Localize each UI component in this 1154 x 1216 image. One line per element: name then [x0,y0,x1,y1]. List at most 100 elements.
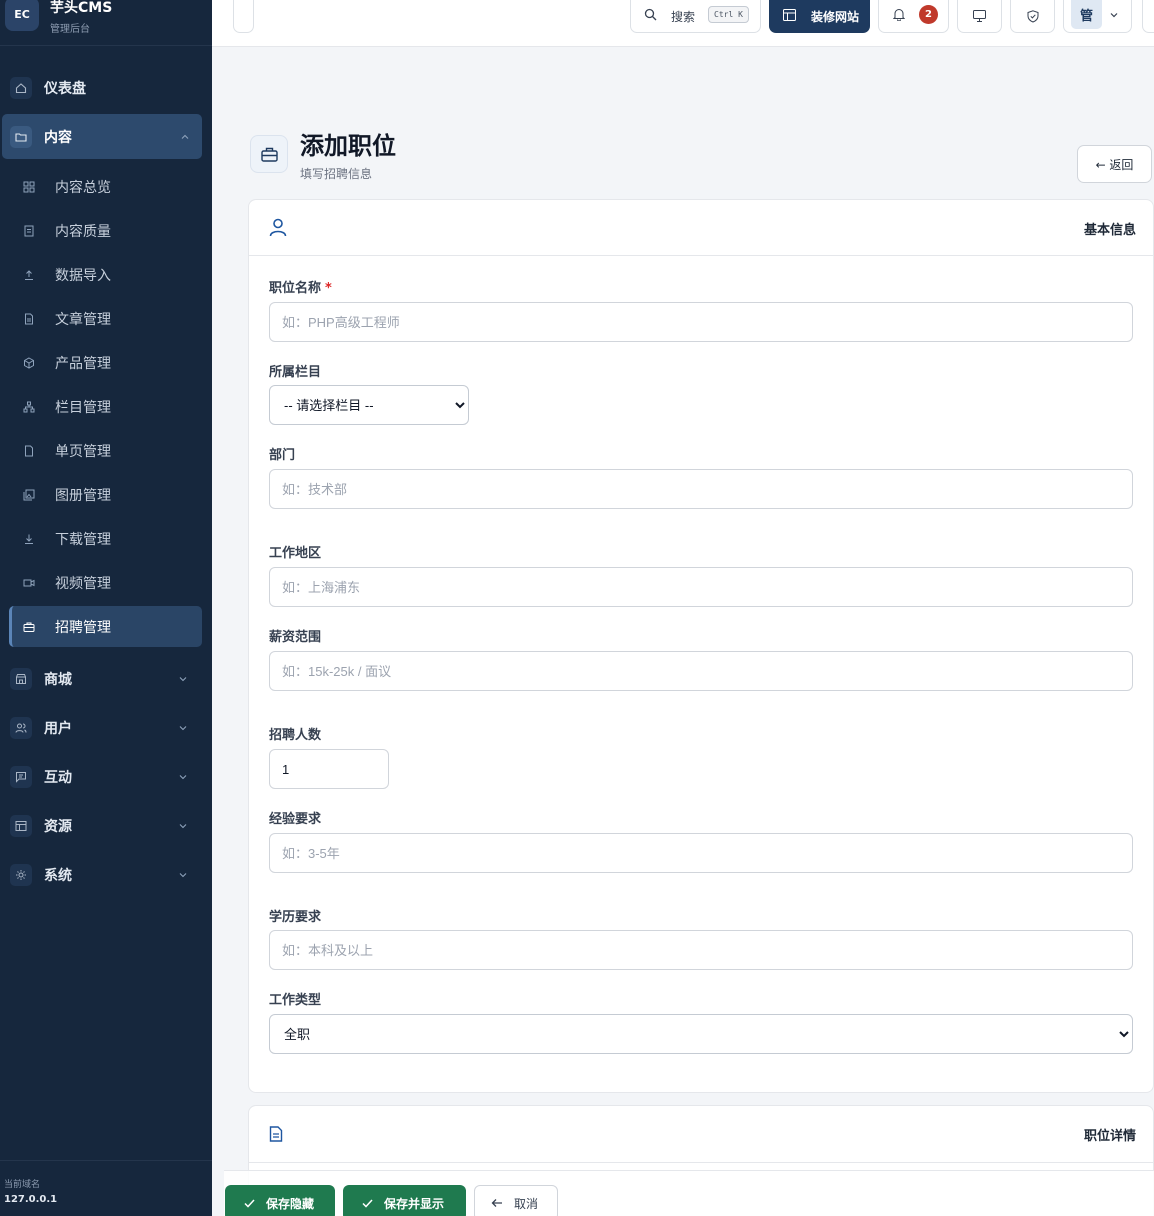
salary-label: 薪资范围 [269,630,322,645]
file-text-icon [22,312,36,326]
brand[interactable]: EC 芋头CMS 管理后台 [0,0,212,46]
images-icon [22,488,36,502]
education-label: 学历要求 [269,910,322,925]
job-type-label: 工作类型 [269,993,322,1008]
chevron-down-icon [178,821,188,831]
cancel-button[interactable]: 取消 [474,1185,558,1216]
nav-data-import[interactable]: 数据导入 [0,255,212,295]
nav-content-overview[interactable]: 内容总览 [0,167,212,207]
location-input[interactable] [269,567,1133,607]
job-title-label: 职位名称 * [269,281,332,296]
sidebar: EC 芋头CMS 管理后台 仪表盘 内容 内容总览 内容质量 数据导入 文章管理… [0,0,212,1216]
category-select[interactable]: -- 请选择栏目 -- [269,385,469,425]
nav-content-quality[interactable]: 内容质量 [0,211,212,251]
more-button[interactable] [1142,0,1154,33]
nav-users[interactable]: 用户 [0,708,212,748]
page-title: 添加职位 [300,132,396,160]
nav-galleries[interactable]: 图册管理 [0,475,212,515]
page-icon [250,135,288,173]
message-icon [10,766,32,788]
chevron-down-icon [178,870,188,880]
nav-downloads[interactable]: 下载管理 [0,519,212,559]
arrow-left-icon [491,1198,503,1208]
nav-recruitment[interactable]: 招聘管理 [9,606,202,647]
category-label: 所属栏目 [269,365,322,380]
nav-users-label: 用户 [44,721,72,737]
headcount-input[interactable] [269,749,389,789]
brand-subtitle: 管理后台 [50,24,90,35]
nav-articles-label: 文章管理 [55,312,111,328]
chevron-down-icon [1109,10,1119,20]
checklist-icon [22,224,36,238]
users-icon [10,717,32,739]
chevron-down-icon [178,723,188,733]
search-icon [644,8,657,21]
experience-input[interactable] [269,833,1133,873]
gear-icon [10,864,32,886]
nav-shop[interactable]: 商城 [0,659,212,699]
salary-input[interactable] [269,651,1133,691]
search-button[interactable]: 搜索 Ctrl K [630,0,761,33]
nav-articles[interactable]: 文章管理 [0,299,212,339]
nav-categories-label: 栏目管理 [55,400,111,416]
chevron-down-icon [178,674,188,684]
job-type-select[interactable]: 全职 [269,1014,1133,1054]
required-mark: * [325,281,332,296]
job-detail-header: 职位详情 [249,1106,1153,1163]
home-icon [10,77,32,99]
education-input[interactable] [269,930,1133,970]
nav-downloads-label: 下载管理 [55,532,111,548]
nav-recruitment-label: 招聘管理 [55,619,111,636]
user-menu-button[interactable]: 管 [1063,0,1132,33]
basic-info-title: 基本信息 [1083,223,1136,238]
headcount-label: 招聘人数 [269,728,322,743]
save-show-button[interactable]: 保存并显示 [343,1185,466,1216]
nav-products-label: 产品管理 [55,356,111,372]
check-icon [244,1198,255,1208]
action-bar: 保存隐藏 保存并显示 取消 [224,1170,1154,1216]
search-label: 搜索 [671,10,696,24]
job-title-input[interactable] [269,302,1133,342]
nav-shop-label: 商城 [44,672,72,688]
experience-label: 经验要求 [269,812,322,827]
file-icon [22,444,36,458]
brand-logo: EC [5,0,39,31]
nav-interaction-label: 互动 [44,770,72,786]
layout-icon [783,9,796,21]
notifications-button[interactable]: 2 [878,0,949,33]
nav-pages[interactable]: 单页管理 [0,431,212,471]
brand-name: 芋头CMS [50,0,113,16]
bell-icon [893,8,905,21]
nav-categories[interactable]: 栏目管理 [0,387,212,427]
avatar: 管 [1071,0,1102,29]
preview-site-button[interactable] [957,0,1002,33]
nav-galleries-label: 图册管理 [55,488,111,504]
box-icon [22,356,36,370]
shield-check-icon [1027,9,1039,23]
briefcase-icon [22,620,36,634]
nav-system[interactable]: 系统 [0,855,212,895]
nav-system-label: 系统 [44,868,72,884]
nav-products[interactable]: 产品管理 [0,343,212,383]
cancel-label: 取消 [514,1196,539,1211]
job-detail-title: 职位详情 [1083,1129,1136,1144]
nav-videos[interactable]: 视频管理 [0,563,212,603]
department-input[interactable] [269,469,1133,509]
topbar: 搜索 Ctrl K 装修网站 2 管 [212,0,1154,47]
department-label: 部门 [269,448,296,463]
nav-pages-label: 单页管理 [55,444,111,460]
page-subtitle: 填写招聘信息 [300,167,373,181]
nav-resources[interactable]: 资源 [0,806,212,846]
security-button[interactable] [1010,0,1055,33]
sidebar-toggle-button[interactable] [233,0,254,33]
domain-value: 127.0.0.1 [4,1194,58,1205]
decorate-site-button[interactable]: 装修网站 [769,0,870,33]
sidebar-footer: 当前域名 127.0.0.1 [0,1160,212,1216]
save-hidden-button[interactable]: 保存隐藏 [225,1185,335,1216]
nav-interaction[interactable]: 互动 [0,757,212,797]
back-button[interactable]: ← 返回 [1077,145,1152,183]
layout-icon [10,815,32,837]
nav-content[interactable]: 内容 [2,114,202,159]
file-text-icon [269,1126,283,1142]
nav-dashboard[interactable]: 仪表盘 [0,68,212,108]
